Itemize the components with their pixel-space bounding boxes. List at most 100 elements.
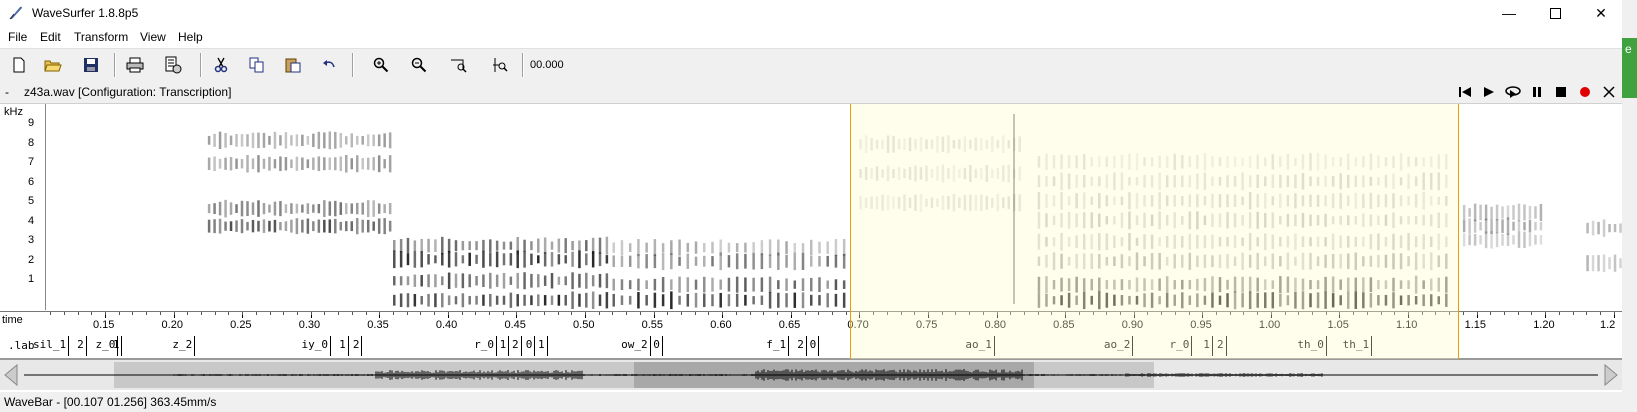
label-boundary[interactable] <box>1191 336 1193 356</box>
menu-help[interactable]: Help <box>178 30 203 44</box>
time-axis[interactable]: 0.15 0.20 0.25 0.30 0.35 0.40 0.45 0.50 0.55 0.60… <box>46 312 1622 334</box>
label-segment[interactable]: 1 <box>538 338 545 351</box>
label-segment[interactable]: z_2 <box>172 338 192 351</box>
spectrogram[interactable] <box>46 104 1622 310</box>
label-segment[interactable]: 2 <box>353 338 360 351</box>
label-segment[interactable]: 1 <box>113 338 120 351</box>
time-minor-tick <box>543 312 545 315</box>
save-button[interactable] <box>80 54 102 76</box>
cut-button[interactable] <box>210 54 232 76</box>
label-boundary[interactable] <box>1325 336 1327 356</box>
spectrogram-mark <box>1473 203 1477 222</box>
label-boundary[interactable] <box>534 336 536 356</box>
label-boundary[interactable] <box>649 336 651 356</box>
label-segment[interactable]: 2 <box>797 338 804 351</box>
paste-button[interactable] <box>282 54 304 76</box>
label-segment[interactable]: 0 <box>653 338 660 351</box>
label-segment[interactable]: 1 <box>1203 338 1210 351</box>
pause-button[interactable] <box>1528 84 1546 100</box>
spectrogram-mark <box>1324 291 1327 309</box>
label-boundary[interactable] <box>67 336 69 356</box>
stop-button[interactable] <box>1552 84 1570 100</box>
print-button[interactable] <box>124 54 146 76</box>
minimize-icon: — <box>1502 5 1516 21</box>
zoom-in-button[interactable] <box>370 54 392 76</box>
label-boundary[interactable] <box>194 336 196 356</box>
menu-view[interactable]: View <box>140 30 166 44</box>
label-track[interactable]: sil_1 2 z_0 1 z_2 iy_0 1 2 r_0 1 2 0 1 ow_2 0 f_1 2 0 ao_1… <box>33 334 1622 358</box>
label-segment[interactable]: th_0 <box>1297 338 1324 351</box>
new-button[interactable] <box>8 54 30 76</box>
label-segment[interactable]: r_0 <box>1170 338 1190 351</box>
label-segment[interactable]: iy_0 <box>302 338 329 351</box>
label-segment[interactable]: ow_2 <box>621 338 648 351</box>
label-boundary[interactable] <box>661 336 663 356</box>
label-boundary[interactable] <box>1225 336 1227 356</box>
wavebar[interactable] <box>0 359 1622 390</box>
label-boundary[interactable] <box>508 336 510 356</box>
label-segment[interactable]: r_0 <box>474 338 494 351</box>
minimize-button[interactable]: — <box>1486 0 1532 26</box>
zoom-out-button[interactable] <box>408 54 430 76</box>
print-setup-button[interactable] <box>162 54 184 76</box>
spectrogram-mark <box>1052 176 1056 187</box>
open-button[interactable] <box>42 54 64 76</box>
label-boundary[interactable] <box>993 336 995 356</box>
label-segment[interactable]: ao_2 <box>1104 338 1131 351</box>
label-boundary[interactable] <box>520 336 522 356</box>
scroll-right-button[interactable] <box>1600 360 1622 390</box>
label-boundary[interactable] <box>361 336 363 356</box>
spectrogram-mark <box>1052 296 1056 305</box>
label-boundary[interactable] <box>788 336 790 356</box>
label-boundary[interactable] <box>347 336 349 356</box>
label-boundary[interactable] <box>818 336 820 356</box>
label-boundary[interactable] <box>1370 336 1372 356</box>
pane-collapse-button[interactable]: - <box>5 85 9 99</box>
label-boundary[interactable] <box>329 336 331 356</box>
label-segment[interactable]: sil_1 <box>33 338 66 351</box>
spectrogram-mark <box>991 136 994 153</box>
spectrogram-mark <box>495 240 499 251</box>
label-segment[interactable]: 1 <box>339 338 346 351</box>
close-window-button[interactable]: ✕ <box>1578 0 1624 26</box>
zoom-selection-button[interactable] <box>490 54 512 76</box>
play-button[interactable] <box>1480 84 1498 100</box>
label-boundary[interactable] <box>121 336 123 356</box>
label-segment[interactable]: th_1 <box>1343 338 1370 351</box>
spectrogram-mark <box>1203 215 1207 226</box>
label-segment[interactable]: f_1 <box>766 338 786 351</box>
label-segment[interactable]: 0 <box>526 338 533 351</box>
menu-edit[interactable]: Edit <box>40 30 61 44</box>
zoom-fit-button[interactable] <box>448 54 470 76</box>
label-segment[interactable]: 2 <box>77 338 84 351</box>
spectrogram-mark <box>875 139 879 149</box>
spectrogram-mark <box>711 256 714 267</box>
maximize-button[interactable] <box>1532 0 1578 26</box>
label-boundary[interactable] <box>805 336 807 356</box>
undo-button[interactable] <box>318 54 340 76</box>
spectrogram-mark <box>1105 156 1109 168</box>
label-segment[interactable]: ao_1 <box>965 338 992 351</box>
spectrogram-mark <box>670 240 673 255</box>
scroll-left-button[interactable] <box>0 360 22 390</box>
play-loop-button[interactable] <box>1504 84 1522 100</box>
menu-transform[interactable]: Transform <box>74 30 128 44</box>
close-pane-button[interactable] <box>1600 84 1618 100</box>
label-boundary[interactable] <box>1132 336 1134 356</box>
menu-file[interactable]: File <box>8 30 27 44</box>
label-boundary[interactable] <box>495 336 497 356</box>
label-boundary[interactable] <box>1211 336 1213 356</box>
spectrogram-mark <box>612 278 615 291</box>
label-boundary[interactable] <box>546 336 548 356</box>
label-segment[interactable]: 2 <box>512 338 519 351</box>
label-segment[interactable]: 2 <box>1217 338 1224 351</box>
spectrogram-mark <box>1399 216 1403 225</box>
copy-button[interactable] <box>246 54 268 76</box>
go-to-start-button[interactable] <box>1456 84 1474 100</box>
label-boundary[interactable] <box>85 336 87 356</box>
spectrogram-mark <box>301 134 304 147</box>
label-segment[interactable]: 1 <box>500 338 507 351</box>
label-segment[interactable]: 0 <box>810 338 817 351</box>
spectrogram-mark <box>328 219 332 233</box>
record-button[interactable] <box>1576 84 1594 100</box>
